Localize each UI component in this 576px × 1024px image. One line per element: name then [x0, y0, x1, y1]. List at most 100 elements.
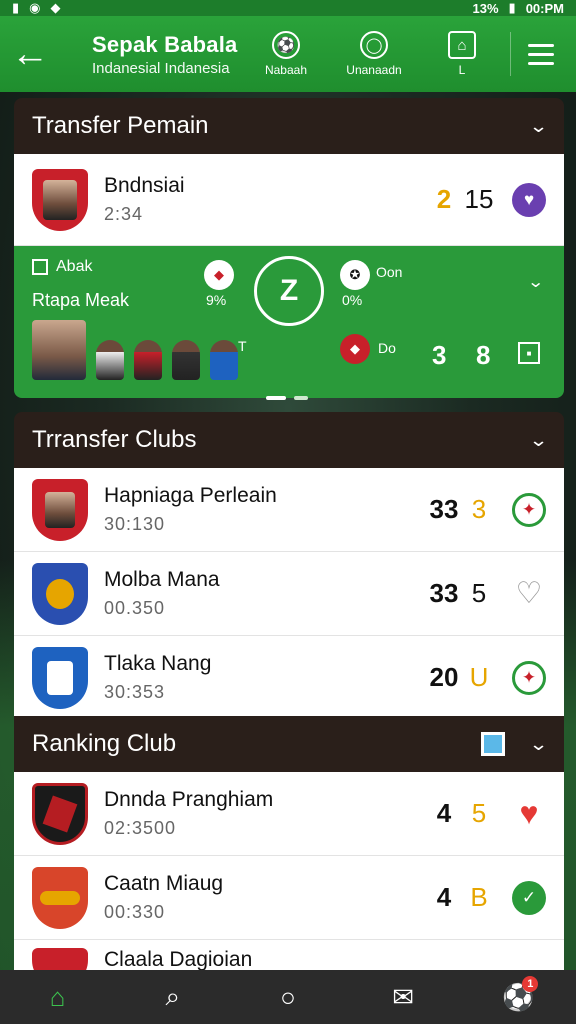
- tab-home[interactable]: ⌂: [28, 970, 88, 1024]
- score-a: 33: [429, 578, 459, 608]
- list-item[interactable]: Tlaka Nang 30:353 20 U ✦: [14, 636, 564, 720]
- list-item[interactable]: Molba Mana 00.350 33 5 ♡: [14, 552, 564, 636]
- list-item[interactable]: Hapniaga Perleain 30:130 33 3 ✦: [14, 468, 564, 552]
- heart-icon[interactable]: ♥: [512, 795, 546, 831]
- section-transfer-clubs: Trransfer Clubs ⌄ Hapniaga Perleain 30:1…: [14, 412, 564, 720]
- match-time: 00.350: [104, 598, 166, 618]
- carousel-dot[interactable]: [266, 396, 286, 400]
- club-crest: [32, 866, 88, 929]
- tab-search[interactable]: ⌕: [143, 970, 203, 1024]
- menu-icon-line: [528, 61, 554, 65]
- section-header[interactable]: Trransfer Clubs ⌄: [14, 412, 564, 468]
- club-badge-icon[interactable]: ✦: [512, 660, 546, 695]
- player-avatar[interactable]: [210, 340, 238, 380]
- chevron-down-icon[interactable]: ⌄: [529, 116, 549, 137]
- score-b: B: [470, 882, 488, 912]
- chevron-down-icon[interactable]: ⌄: [529, 734, 549, 755]
- score-b: 5: [471, 578, 487, 608]
- player-avatar[interactable]: [32, 320, 86, 380]
- team-b-label: Oon: [376, 264, 403, 280]
- tab-mail[interactable]: ✉: [373, 970, 433, 1024]
- notification-icon: ◆: [50, 0, 61, 15]
- status-bar: ▮ ◉ ◆ 13% ▮ 00:PM: [0, 0, 576, 16]
- club-crest: [32, 168, 88, 231]
- score-a: 4: [436, 798, 452, 828]
- list-item[interactable]: Bndnsiai 2:34 2 15 ♥: [14, 154, 564, 246]
- section-header[interactable]: Ranking Club ⌄: [14, 716, 564, 772]
- match-time: 00:330: [104, 902, 166, 922]
- live-score-b: 8: [476, 340, 491, 370]
- club-name: Claala Dagioian: [104, 948, 253, 971]
- club-crest: [32, 782, 88, 845]
- back-button[interactable]: ←: [0, 16, 60, 92]
- match-time: 30:353: [104, 682, 166, 702]
- list-item[interactable]: Caatn Miaug 00:330 4 B ✓: [14, 856, 564, 940]
- square-icon: [32, 259, 48, 275]
- live-tag-label: Abak: [56, 258, 93, 275]
- circle-icon: ○: [280, 981, 296, 1012]
- chevron-down-icon[interactable]: ⌄: [529, 430, 549, 451]
- live-score-a: 3: [432, 340, 447, 370]
- team-c-label: Do: [378, 340, 396, 356]
- tab-ball[interactable]: ⚽ 1: [488, 970, 548, 1024]
- nav-label: Unanaadn: [346, 63, 402, 77]
- brand: Sepak Babala Indanesial Indanesia: [60, 32, 246, 77]
- nav-label: Nabaah: [264, 63, 308, 77]
- nav-button-unanaadn[interactable]: ◯ Unanaadn: [326, 31, 422, 77]
- tab-circle[interactable]: ○: [258, 970, 318, 1024]
- team-a-badge: ◆: [204, 260, 234, 290]
- team-b-pct: 0%: [342, 292, 363, 308]
- nav-button-club[interactable]: ⌂ L: [422, 31, 502, 77]
- crest-emblem: [46, 578, 74, 609]
- player-photo: [45, 491, 75, 528]
- battery-text: 13%: [472, 0, 499, 16]
- crest-emblem: [47, 660, 73, 695]
- score-a: 2: [436, 184, 452, 214]
- back-arrow-icon: ←: [11, 32, 49, 75]
- carousel-dot[interactable]: [294, 396, 308, 400]
- chat-icon: ◯: [360, 31, 388, 59]
- heart-outline-icon[interactable]: ♡: [512, 577, 546, 611]
- team-b-badge: ✪: [340, 260, 370, 290]
- list-item[interactable]: Dnnda Pranghiam 02:3500 4 5 ♥: [14, 772, 564, 856]
- carousel-dots: [266, 396, 308, 400]
- player-avatars: [32, 320, 238, 380]
- stop-icon[interactable]: ■: [518, 342, 540, 364]
- section-transfer-pemain: Transfer Pemain ⌄ Bndnsiai 2:34 2 15 ♥ A…: [14, 98, 564, 400]
- club-badge-icon[interactable]: ✦: [512, 492, 546, 527]
- score-a: 20: [429, 662, 459, 692]
- club-name: Dnnda Pranghiam: [104, 788, 274, 811]
- calendar-icon[interactable]: [480, 732, 505, 756]
- section-header[interactable]: Transfer Pemain ⌄: [14, 98, 564, 154]
- player-avatar[interactable]: [134, 340, 162, 380]
- mail-icon: ✉: [392, 981, 415, 1012]
- chevron-down-icon[interactable]: ⌄: [527, 272, 544, 292]
- score-b: 5: [471, 798, 487, 828]
- club-crest: [32, 478, 88, 541]
- wifi-icon: ◉: [29, 0, 41, 15]
- nav-button-nabaah[interactable]: ⚽ Nabaah: [246, 31, 326, 77]
- menu-icon-line: [528, 52, 554, 56]
- match-logo: Z: [254, 256, 324, 326]
- team-c-badge: ◆: [340, 334, 370, 364]
- score-b: 15: [464, 184, 494, 214]
- score-b: 3: [471, 494, 487, 524]
- score-b: U: [469, 662, 489, 692]
- sub-label: T: [238, 338, 247, 354]
- player-avatar[interactable]: [96, 340, 124, 380]
- section-title: Transfer Pemain: [32, 112, 209, 139]
- battery-icon: ▮: [508, 0, 516, 15]
- bottom-tab-bar: ⌂ ⌕ ○ ✉ ⚽ 1: [0, 970, 576, 1024]
- search-icon: ⌕: [165, 981, 181, 1011]
- check-icon[interactable]: ✓: [512, 880, 546, 915]
- status-right: 13% ▮ 00:PM: [473, 0, 564, 16]
- match-time: 02:3500: [104, 818, 177, 838]
- heart-icon[interactable]: ♥: [512, 182, 546, 217]
- menu-button[interactable]: [511, 43, 571, 65]
- live-match-card[interactable]: Abak Rtapa Meak ◆ 9% Z ✪ Oon 0% ⌄ T ◆ Do…: [14, 246, 564, 400]
- club-name: Tlaka Nang: [104, 652, 212, 675]
- clock-text: 00:PM: [525, 0, 564, 16]
- section-title: Ranking Club: [32, 730, 177, 757]
- club-name: Molba Mana: [104, 568, 220, 591]
- player-avatar[interactable]: [172, 340, 200, 380]
